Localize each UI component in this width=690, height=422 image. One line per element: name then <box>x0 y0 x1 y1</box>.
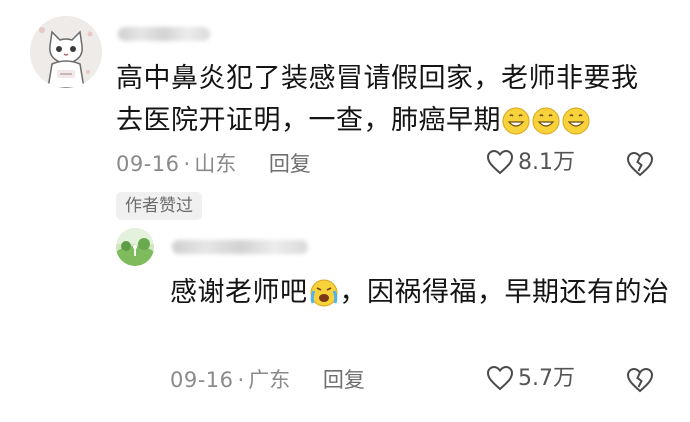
avatar[interactable] <box>30 16 102 88</box>
grin-emoji-icon <box>561 105 591 148</box>
comment-text-content: 感谢老师吧 <box>170 277 308 308</box>
like-count: 5.7万 <box>518 366 575 391</box>
broken-heart-icon <box>626 367 654 393</box>
reply-button[interactable]: 回复 <box>269 152 311 176</box>
meta-separator: · <box>183 152 191 176</box>
comment-meta: 09-16 · 山东 回复 <box>116 150 311 178</box>
heart-icon <box>486 149 514 175</box>
comment-location: 广东 <box>248 368 291 392</box>
comment-text-continued: ，因祸得福，早期还有的治 <box>339 277 670 308</box>
dislike-button[interactable] <box>626 367 654 397</box>
comment-meta: 09-16 · 广东 回复 <box>170 366 365 394</box>
landscape-avatar-icon <box>116 228 154 266</box>
comment-location: 山东 <box>194 152 237 176</box>
grin-emoji-icon <box>501 105 531 148</box>
heart-icon <box>486 365 514 391</box>
reply-button[interactable]: 回复 <box>323 368 365 392</box>
grin-emoji-icon <box>531 105 561 148</box>
crying-emoji-icon <box>308 277 340 320</box>
like-count: 8.1万 <box>518 150 575 175</box>
username-blurred[interactable] <box>172 240 308 254</box>
dislike-button[interactable] <box>626 151 654 181</box>
username-blurred[interactable] <box>118 27 210 41</box>
like-button[interactable]: 8.1万 <box>486 148 575 178</box>
like-button[interactable]: 5.7万 <box>486 364 575 394</box>
broken-heart-icon <box>626 151 654 177</box>
comment-text: 感谢老师吧 ，因祸得福，早期还有的治 <box>170 272 670 320</box>
cat-avatar-icon <box>30 16 102 88</box>
comment-date: 09-16 <box>116 152 180 176</box>
meta-separator: · <box>237 368 245 392</box>
avatar[interactable] <box>116 228 154 266</box>
author-liked-badge: 作者赞过 <box>116 192 202 220</box>
comment-date: 09-16 <box>170 368 234 392</box>
comment-text: 高中鼻炎犯了装感冒请假回家，老师非要我去医院开证明，一查，肺癌早期 <box>116 58 656 148</box>
